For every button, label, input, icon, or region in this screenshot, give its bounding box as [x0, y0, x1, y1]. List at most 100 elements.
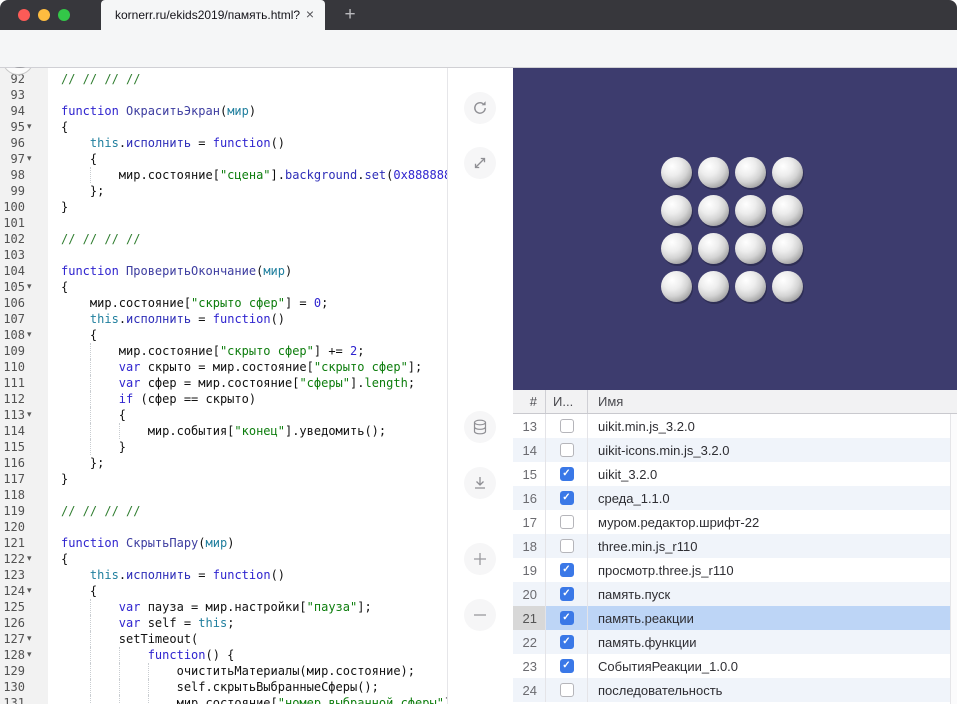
- tab-close-icon[interactable]: ×: [300, 5, 320, 25]
- new-tab-button[interactable]: +: [337, 2, 363, 28]
- fold-arrow-icon[interactable]: ▾: [27, 151, 32, 167]
- code-line[interactable]: 114 мир.события["конец"].уведомить();: [0, 423, 447, 439]
- table-row[interactable]: 24последовательность: [513, 678, 957, 702]
- table-row[interactable]: 21✓память.реакции: [513, 606, 957, 630]
- include-checkbox[interactable]: ✓: [560, 587, 574, 601]
- line-number: 95▾: [0, 119, 48, 135]
- table-scrollbar-track[interactable]: [950, 414, 957, 704]
- code-line[interactable]: 99 };: [0, 183, 447, 199]
- fold-arrow-icon[interactable]: ▾: [27, 631, 32, 647]
- code-line[interactable]: 118: [0, 487, 447, 503]
- table-row[interactable]: 22✓память.функции: [513, 630, 957, 654]
- fold-arrow-icon[interactable]: ▾: [27, 119, 32, 135]
- table-row[interactable]: 13uikit.min.js_3.2.0: [513, 414, 957, 438]
- code-line[interactable]: 110 var скрыто = мир.состояние["скрыто с…: [0, 359, 447, 375]
- code-line[interactable]: 129 очиститьМатериалы(мир.состояние);: [0, 663, 447, 679]
- fold-arrow-icon[interactable]: ▾: [27, 583, 32, 599]
- window-zoom-button[interactable]: [58, 9, 70, 21]
- code-line[interactable]: 109 мир.состояние["скрыто сфер"] += 2;: [0, 343, 447, 359]
- include-checkbox[interactable]: [560, 515, 574, 529]
- code-line[interactable]: 130 self.скрытьВыбранныеСферы();: [0, 679, 447, 695]
- code-line[interactable]: 125 var пауза = мир.настройки["пауза"];: [0, 599, 447, 615]
- code-line[interactable]: 105▾{: [0, 279, 447, 295]
- line-number: 100: [0, 199, 48, 215]
- include-checkbox[interactable]: [560, 683, 574, 697]
- code-line[interactable]: 101: [0, 215, 447, 231]
- indent-guide: [148, 663, 149, 679]
- code-line[interactable]: 104function ПроверитьОкончание(мир): [0, 263, 447, 279]
- code-line[interactable]: 124▾ {: [0, 583, 447, 599]
- table-row[interactable]: 16✓среда_1.1.0: [513, 486, 957, 510]
- window-close-button[interactable]: [18, 9, 30, 21]
- header-number[interactable]: #: [513, 390, 546, 413]
- code-line[interactable]: 119// // // //: [0, 503, 447, 519]
- indent-guide: [90, 679, 91, 695]
- code-line[interactable]: 112 if (сфер == скрыто): [0, 391, 447, 407]
- line-number: 104: [0, 263, 48, 279]
- include-checkbox[interactable]: ✓: [560, 659, 574, 673]
- include-checkbox[interactable]: ✓: [560, 635, 574, 649]
- 3d-preview-canvas[interactable]: [513, 68, 957, 390]
- table-row[interactable]: 20✓память.пуск: [513, 582, 957, 606]
- fold-arrow-icon[interactable]: ▾: [27, 551, 32, 567]
- code-line[interactable]: 93: [0, 87, 447, 103]
- browser-tab[interactable]: kornerr.ru/ekids2019/память.html?0 ×: [101, 0, 325, 30]
- code-line[interactable]: 128▾ function() {: [0, 647, 447, 663]
- table-row[interactable]: 14uikit-icons.min.js_3.2.0: [513, 438, 957, 462]
- page-content: 92// // // //9394function ОкраситьЭкран(…: [0, 68, 957, 704]
- code-line[interactable]: 115 }: [0, 439, 447, 455]
- fold-arrow-icon[interactable]: ▾: [27, 407, 32, 423]
- table-row[interactable]: 15✓uikit_3.2.0: [513, 462, 957, 486]
- table-row[interactable]: 18three.min.js_r110: [513, 534, 957, 558]
- code-line[interactable]: 102// // // //: [0, 231, 447, 247]
- sphere: [735, 195, 766, 226]
- database-button[interactable]: [464, 411, 496, 443]
- code-line[interactable]: 108▾ {: [0, 327, 447, 343]
- code-line[interactable]: 126 var self = this;: [0, 615, 447, 631]
- include-checkbox[interactable]: ✓: [560, 491, 574, 505]
- code-line[interactable]: 107 this.исполнить = function(): [0, 311, 447, 327]
- header-included[interactable]: И...: [546, 390, 588, 413]
- window-minimize-button[interactable]: [38, 9, 50, 21]
- code-line[interactable]: 96 this.исполнить = function(): [0, 135, 447, 151]
- table-row[interactable]: 17муром.редактор.шрифт-22: [513, 510, 957, 534]
- code-line[interactable]: 127▾ setTimeout(: [0, 631, 447, 647]
- expand-button[interactable]: [464, 147, 496, 179]
- code-line[interactable]: 122▾{: [0, 551, 447, 567]
- code-line[interactable]: 103: [0, 247, 447, 263]
- include-checkbox[interactable]: ✓: [560, 467, 574, 481]
- code-line[interactable]: 95▾{: [0, 119, 447, 135]
- code-editor[interactable]: 92// // // //9394function ОкраситьЭкран(…: [0, 68, 447, 704]
- fold-arrow-icon[interactable]: ▾: [27, 327, 32, 343]
- code-line[interactable]: 120: [0, 519, 447, 535]
- code-line[interactable]: 111 var сфер = мир.состояние["сферы"].le…: [0, 375, 447, 391]
- code-line[interactable]: 92// // // //: [0, 71, 447, 87]
- code-line[interactable]: 123 this.исполнить = function(): [0, 567, 447, 583]
- sphere: [772, 195, 803, 226]
- fold-arrow-icon[interactable]: ▾: [27, 279, 32, 295]
- fold-arrow-icon[interactable]: ▾: [27, 647, 32, 663]
- code-line[interactable]: 98 мир.состояние["сцена"].background.set…: [0, 167, 447, 183]
- code-line[interactable]: 97▾ {: [0, 151, 447, 167]
- include-checkbox[interactable]: ✓: [560, 563, 574, 577]
- table-row[interactable]: 23✓СобытияРеакции_1.0.0: [513, 654, 957, 678]
- module-name: uikit.min.js_3.2.0: [588, 414, 957, 438]
- code-line[interactable]: 116 };: [0, 455, 447, 471]
- header-name[interactable]: Имя: [588, 390, 957, 413]
- plus-button[interactable]: [464, 543, 496, 575]
- minus-button[interactable]: [464, 599, 496, 631]
- include-checkbox[interactable]: [560, 419, 574, 433]
- include-checkbox[interactable]: [560, 443, 574, 457]
- code-line[interactable]: 100}: [0, 199, 447, 215]
- include-checkbox[interactable]: ✓: [560, 611, 574, 625]
- code-line[interactable]: 113▾ {: [0, 407, 447, 423]
- code-line[interactable]: 121function СкрытьПару(мир): [0, 535, 447, 551]
- code-line[interactable]: 106 мир.состояние["скрыто сфер"] = 0;: [0, 295, 447, 311]
- code-line[interactable]: 117}: [0, 471, 447, 487]
- table-row[interactable]: 19✓просмотр.three.js_r110: [513, 558, 957, 582]
- code-line[interactable]: 131 мир.состояние["номер выбранной сферы…: [0, 695, 447, 704]
- code-line[interactable]: 94function ОкраситьЭкран(мир): [0, 103, 447, 119]
- download-button[interactable]: [464, 467, 496, 499]
- include-checkbox[interactable]: [560, 539, 574, 553]
- refresh-button[interactable]: [464, 92, 496, 124]
